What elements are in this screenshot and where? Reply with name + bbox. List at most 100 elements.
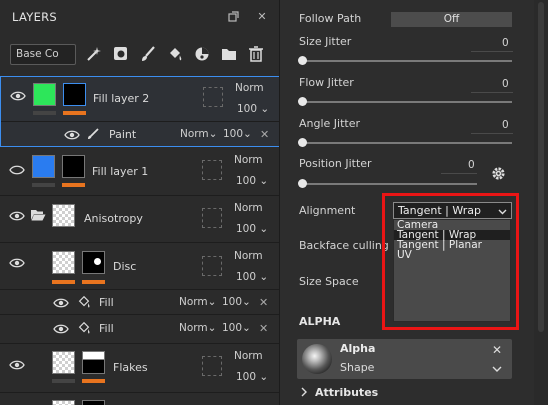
flow-jitter-knob[interactable] [298,97,307,106]
layer-opacity[interactable]: 100 ⌄ [237,103,269,115]
sublayer-row-fill[interactable]: Fill Norm⌄ 100⌄ ✕ [0,316,279,342]
layer-thumbnail [52,351,75,374]
visibility-eye-icon[interactable] [9,165,25,175]
gear-icon[interactable] [491,166,506,184]
trash-icon[interactable] [247,45,265,63]
add-mask-icon[interactable] [112,45,130,63]
properties-scrollbar-thumb[interactable] [538,2,544,332]
sublayer-opacity[interactable]: 100⌄ [222,322,251,334]
sublayer-blend[interactable]: Norm⌄ [180,128,217,140]
opacity-value: 100 [222,322,243,334]
layer-name[interactable]: Anisotropy [84,212,143,225]
chevron-down-icon[interactable] [492,363,502,376]
layer-name[interactable]: Flakes [113,361,148,374]
visibility-eye-icon[interactable] [9,258,25,268]
layer-bar [52,379,75,383]
mask-bar [82,379,105,383]
attributes-section-title[interactable]: Attributes [315,386,378,399]
sublayer-row-paint[interactable]: Paint Norm⌄ 100⌄ ✕ [1,121,279,147]
opacity-value: 100 [237,103,258,115]
angle-jitter-value[interactable]: 0 [502,119,509,131]
layer-blend-mode[interactable]: Norm [234,350,263,362]
close-icon[interactable]: ✕ [256,11,268,23]
visibility-eye-icon[interactable] [10,91,26,101]
layer-opacity[interactable]: 100 ⌄ [236,271,268,283]
layer-blend-mode[interactable]: Norm [234,202,263,214]
chevron-right-icon[interactable] [300,387,308,400]
close-icon[interactable]: ✕ [492,343,502,357]
layer-blend-mode[interactable]: Norm [234,154,263,166]
layer-mask-thumbnail [82,400,105,405]
remove-sublayer-icon[interactable]: ✕ [259,296,268,309]
angle-jitter-knob[interactable] [298,138,307,147]
folder-icon[interactable] [220,45,238,63]
size-space-label: Size Space [299,275,359,288]
follow-path-label: Follow Path [299,12,362,25]
layer-mask-thumbnail[interactable] [82,351,105,374]
mask-disc-shape [94,258,101,265]
layer-name[interactable]: Fill layer 2 [93,92,149,105]
position-jitter-knob[interactable] [298,179,307,188]
sublayer-blend[interactable]: Norm⌄ [179,296,216,308]
layer-slot [202,160,222,180]
layer-row-partial[interactable] [0,394,279,405]
sublayer-opacity[interactable]: 100⌄ [223,128,252,140]
sublayer-blend[interactable]: Norm⌄ [179,322,216,334]
layer-row-fill-layer-2[interactable]: Fill layer 2 Norm 100 ⌄ Paint Norm⌄ 100⌄… [0,76,279,147]
blend-mode-select[interactable]: Base Co [10,43,76,65]
visibility-eye-icon[interactable] [53,298,69,308]
layer-opacity[interactable]: 100 ⌄ [236,223,268,235]
layer-opacity[interactable]: 100 ⌄ [236,371,268,383]
visibility-eye-icon[interactable] [53,324,69,334]
layer-mask-thumbnail[interactable] [63,83,86,106]
layer-blend-mode[interactable]: Norm [234,250,263,262]
mask-bar [62,183,85,187]
layer-opacity[interactable]: 100 ⌄ [236,175,268,187]
layer-bar [33,111,56,115]
layer-name[interactable]: Fill layer 1 [92,165,148,178]
layer-row-disc[interactable]: Disc Norm 100 ⌄ Fill Norm⌄ 100⌄ ✕ Fill N… [0,244,279,344]
sublayer-row-fill[interactable]: Fill Norm⌄ 100⌄ ✕ [0,289,279,315]
layer-mask-thumbnail[interactable] [82,251,105,274]
size-jitter-value[interactable]: 0 [502,37,509,49]
layer-blend-mode[interactable]: Norm [235,82,264,94]
brush-icon[interactable] [139,45,157,63]
properties-panel: Follow Path Off Size Jitter 0 Flow Jitte… [281,0,548,405]
magic-wand-icon[interactable] [85,45,103,63]
layer-name[interactable]: Disc [113,260,136,273]
effects-icon[interactable] [193,45,211,63]
angle-jitter-slider[interactable] [301,142,512,144]
undock-icon[interactable] [227,11,239,23]
flow-jitter-slider[interactable] [301,101,512,103]
layer-row-flakes[interactable]: Flakes Norm 100 ⌄ [0,345,279,393]
size-jitter-knob[interactable] [298,56,307,65]
opacity-value: 100 [236,271,257,283]
size-jitter-slider[interactable] [301,60,512,62]
remove-sublayer-icon[interactable]: ✕ [260,128,269,141]
visibility-eye-icon[interactable] [9,360,25,370]
brush-icon [87,128,99,143]
layer-bar [52,280,75,284]
layer-slot [202,208,222,228]
fill-bucket-icon[interactable] [166,45,184,63]
layers-header: LAYERS ✕ [0,0,279,34]
follow-path-toggle[interactable]: Off [391,12,512,27]
layer-thumbnail [52,251,75,274]
visibility-eye-icon[interactable] [9,211,25,221]
mask-bar [63,111,86,115]
position-jitter-slider[interactable] [301,183,477,185]
sublayer-opacity[interactable]: 100⌄ [222,296,251,308]
position-jitter-value[interactable]: 0 [468,159,475,171]
layer-mask-thumbnail[interactable] [62,155,85,178]
folder-open-icon[interactable] [30,208,46,225]
layer-row-fill-layer-1[interactable]: Fill layer 1 Norm 100 ⌄ [0,148,279,196]
layer-row-anisotropy[interactable]: Anisotropy Norm 100 ⌄ [0,197,279,243]
remove-sublayer-icon[interactable]: ✕ [259,322,268,335]
alpha-resource-name: Alpha [340,342,376,355]
visibility-eye-icon[interactable] [64,130,80,140]
alpha-preview-sphere [302,344,332,374]
opacity-value: 100 [222,296,243,308]
flow-jitter-value[interactable]: 0 [502,78,509,90]
blend-value: Norm [180,128,209,140]
alpha-resource-card[interactable]: Alpha Shape ✕ [297,339,512,379]
